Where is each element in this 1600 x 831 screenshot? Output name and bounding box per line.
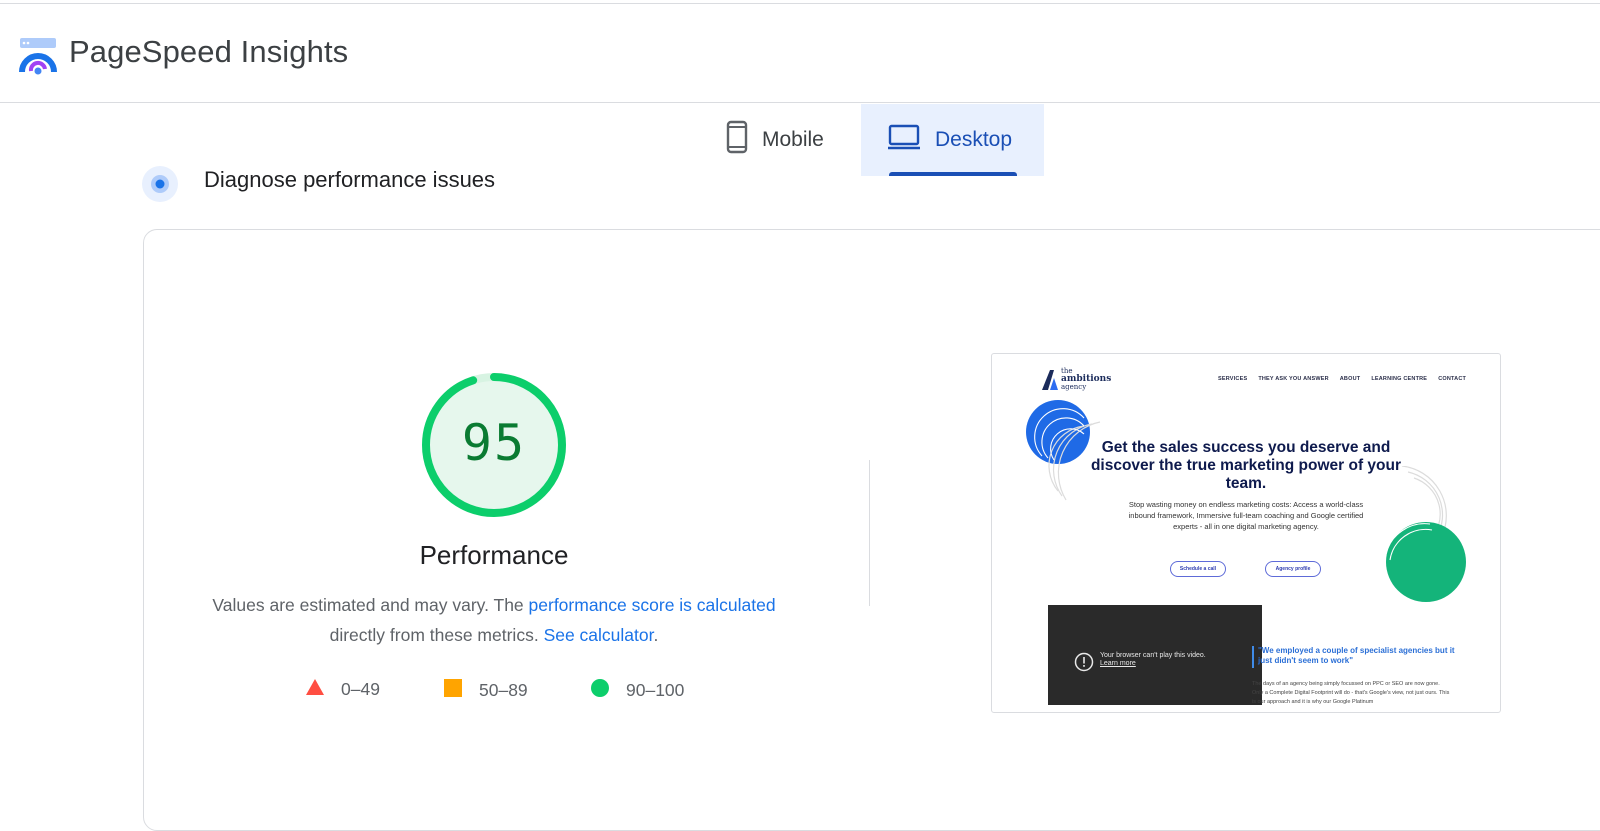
- site-nav-item: ABOUT: [1339, 376, 1361, 382]
- score-category-label: Performance: [419, 540, 569, 570]
- score-value: 95: [461, 414, 527, 472]
- site-nav-item: SERVICES: [1218, 376, 1248, 382]
- score-note: Values are estimated and may vary. The p…: [160, 590, 828, 650]
- tab-mobile[interactable]: Mobile: [716, 104, 861, 176]
- site-video-message-line: Your browser can't play this video.: [1100, 652, 1206, 659]
- page-screenshot: the ambitions agency SERVICES THEY ASK Y…: [991, 353, 1501, 713]
- phone-icon: [726, 120, 748, 160]
- site-hero-subtext: Stop wasting money on endless marketing …: [1128, 500, 1364, 531]
- site-body-text: The days of an agency being simply focus…: [1252, 681, 1450, 705]
- site-video-message: Your browser can't play this video. Lear…: [1100, 652, 1206, 668]
- selected-tab-indicator: [889, 172, 1017, 176]
- note-text-before: Values are estimated and may vary. The: [212, 595, 529, 615]
- site-nav-item: THEY ASK YOU ANSWER: [1258, 376, 1329, 382]
- vertical-divider: [869, 460, 870, 606]
- site-quote-bar: [1252, 646, 1254, 668]
- site-quote: "We employed a couple of specialist agen…: [1258, 646, 1455, 665]
- ambitions-logo-icon: [1042, 370, 1058, 390]
- see-calculator-link[interactable]: See calculator: [544, 625, 654, 645]
- section-title: Diagnose performance issues: [204, 167, 496, 192]
- site-schedule-button: Schedule a call: [1170, 561, 1226, 577]
- site-logo-text: the ambitions agency: [1061, 367, 1111, 391]
- legend-pass: 90–100: [590, 678, 684, 703]
- triangle-icon: [305, 678, 325, 701]
- app-header: PageSpeed Insights: [0, 4, 1600, 103]
- performance-score-link[interactable]: performance score is calculated: [529, 595, 776, 615]
- circle-icon: [590, 678, 610, 703]
- site-nav-item: LEARNING CENTRE: [1371, 376, 1428, 382]
- note-text-middle: directly from these metrics.: [329, 625, 544, 645]
- site-profile-button: Agency profile: [1265, 561, 1321, 577]
- legend-average-label: 50–89: [479, 680, 528, 700]
- tab-desktop[interactable]: Desktop: [861, 104, 1044, 176]
- legend-fail-label: 0–49: [341, 679, 380, 699]
- tab-desktop-label: Desktop: [935, 128, 1013, 151]
- site-nav-item: CONTACT: [1438, 376, 1467, 382]
- pagespeed-logo-icon[interactable]: [18, 36, 58, 76]
- alert-icon: [1074, 652, 1094, 672]
- site-video-learn-more: Learn more: [1100, 660, 1136, 667]
- site-logo-line3: agency: [1061, 383, 1087, 391]
- site-nav: SERVICES THEY ASK YOU ANSWER ABOUT LEARN…: [1218, 376, 1466, 382]
- site-hero-heading: Get the sales success you deserve and di…: [1090, 439, 1402, 492]
- square-icon: [443, 678, 463, 703]
- note-text-after: .: [653, 625, 659, 645]
- legend-fail: 0–49: [305, 678, 380, 701]
- app-title[interactable]: PageSpeed Insights: [69, 34, 348, 70]
- legend-average: 50–89: [443, 678, 528, 703]
- diagnose-icon: [142, 166, 178, 202]
- tab-mobile-label: Mobile: [762, 128, 824, 151]
- laptop-icon: [887, 124, 921, 156]
- legend-pass-label: 90–100: [626, 680, 685, 700]
